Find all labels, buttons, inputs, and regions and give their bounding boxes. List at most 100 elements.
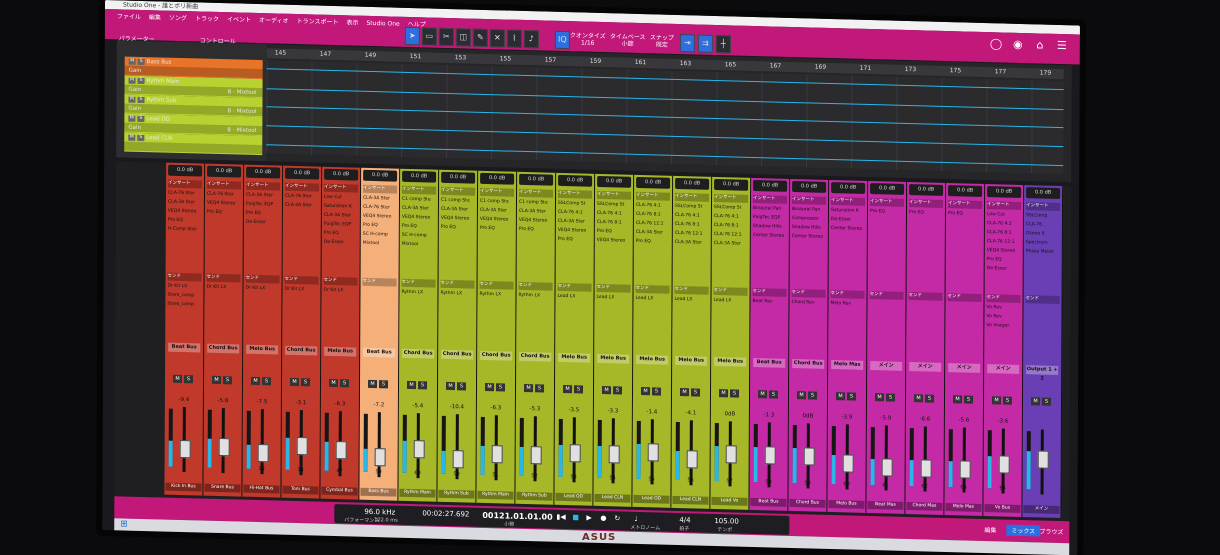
channel-strip[interactable]: 0.0 dB インサート CLA-76 Ster CLA-3A Ster VEQ4 St… [164, 162, 206, 496]
send-slot[interactable]: Stere_comp [167, 292, 201, 301]
channel-strip[interactable]: 0.0 dB インサート C1 comp Ste CLA-3A Ster VEQ4 St… [398, 168, 440, 502]
insert-slot[interactable]: Pro EQ [597, 228, 631, 237]
solo-button[interactable]: S [137, 58, 145, 65]
solo-button[interactable]: S [379, 380, 389, 389]
send-header[interactable]: センド [440, 279, 475, 289]
insert-slot[interactable]: Pro EQ [168, 217, 202, 226]
menu-item[interactable]: ソング [169, 15, 187, 22]
solo-button[interactable]: S [137, 77, 145, 84]
output-routing[interactable]: Chord Bus [519, 351, 552, 362]
fader-knob[interactable] [725, 445, 737, 464]
fader-knob[interactable] [218, 437, 230, 457]
insert-slot[interactable]: Pro EQ [519, 226, 553, 235]
output-routing[interactable]: Melo Bus [558, 352, 591, 363]
send-slot[interactable]: Dr Kit LX [323, 287, 357, 296]
insert-slot[interactable]: Pro EQ [363, 222, 397, 231]
mute-button[interactable]: M [1030, 397, 1041, 406]
channel-name[interactable]: Rythm Main [399, 488, 436, 498]
automation-line[interactable] [266, 144, 1064, 167]
insert-slot[interactable]: VEQ4 Stereo [519, 217, 553, 226]
send-header[interactable]: センド [284, 275, 319, 285]
snap-control[interactable]: スナップ 既定 [650, 34, 674, 49]
send-header[interactable]: センド [986, 294, 1021, 303]
insert-slot[interactable]: C1 comp Ste [402, 196, 436, 205]
channel-strip[interactable]: 0.0 dB インサート Binaural Pan PuigTec EQP Shadow… [749, 177, 791, 511]
insert-slot[interactable]: CLA-76 Ster [207, 191, 241, 200]
send-header[interactable]: センド [401, 278, 436, 288]
position-display[interactable]: 00121.01.01.00 [482, 511, 552, 522]
insert-slot[interactable]: Pro EQ [402, 223, 436, 232]
mute-button[interactable]: M [290, 377, 300, 387]
track-name[interactable]: Lead OD [146, 116, 170, 123]
insert-slot[interactable]: VEQ4 Stereo [441, 215, 475, 224]
insert-slot[interactable]: Mixtool [363, 240, 397, 249]
channel-strip[interactable]: 0.0 dB インサート C1 comp Ste CLA-3A Ster VEQ4 St… [437, 169, 479, 503]
view-browse-button[interactable]: ブラウズ [1034, 525, 1068, 537]
send-header[interactable]: センド [596, 283, 631, 293]
clock-icon[interactable]: ◉ [1012, 38, 1024, 51]
send-slot[interactable]: Melo Rev [830, 300, 864, 309]
output-routing[interactable]: メイン [948, 363, 981, 373]
channel-name[interactable]: Bass Bus [360, 487, 397, 497]
solo-button[interactable]: S [729, 389, 740, 398]
insert-slot[interactable]: CLA-3A Ster [441, 206, 475, 215]
fader-knob[interactable] [413, 440, 425, 459]
channel-name[interactable]: Melo Mas [945, 503, 982, 512]
mute-button[interactable]: M [874, 393, 885, 402]
output-routing[interactable]: Beat Bus [168, 342, 201, 353]
automation-line[interactable] [266, 88, 1064, 111]
insert-header[interactable]: インサート [246, 181, 281, 191]
channel-strip[interactable]: 0.0 dB インサート SSLComp St CLA-76 4:1 CLA-76 8:… [593, 173, 635, 507]
stop-icon[interactable]: ■ [572, 513, 579, 521]
solo-button[interactable]: S [651, 387, 662, 396]
fader-track[interactable] [260, 409, 264, 475]
insert-slot[interactable]: CLA-3A Ster [402, 205, 436, 214]
output-routing[interactable]: Melo Bus [636, 354, 669, 365]
mute-button[interactable]: M [640, 387, 651, 396]
channel-strip[interactable]: 0.0 dB インサート CLA-76 Ster CLA-3A Ster センド Dr K… [281, 165, 323, 499]
channel-strip[interactable]: 0.0 dB インサート CLA-3A Ster CLA-76 Ster VEQ4 St… [359, 167, 401, 501]
insert-slot[interactable]: CLA-76 Ster [168, 190, 202, 199]
insert-slot[interactable]: Shadow Hills [792, 224, 826, 233]
insert-header[interactable]: インサート [168, 179, 203, 189]
insert-slot[interactable]: Pro EQ [246, 210, 280, 219]
channel-name[interactable]: Beat Mas [867, 500, 904, 510]
output-routing[interactable]: Melo Mas [831, 360, 864, 370]
insert-slot[interactable]: SC H-comp [363, 231, 397, 240]
insert-slot[interactable]: Ozone 9 [1026, 230, 1060, 239]
insert-slot[interactable]: VEQ4 Stereo [207, 200, 241, 209]
send-header[interactable]: センド [674, 285, 709, 295]
fader-knob[interactable] [374, 448, 386, 467]
insert-header[interactable]: インサート [636, 191, 671, 201]
insert-slot[interactable]: Spectrum [1026, 239, 1060, 248]
menu-item[interactable]: イベント [227, 16, 251, 24]
insert-slot[interactable]: CLA-76 4:1 [675, 212, 709, 221]
insert-slot[interactable]: CLA-76 4:1 [987, 220, 1021, 229]
insert-slot[interactable]: CLA-76 12:1 [636, 220, 670, 229]
send-slot[interactable]: Dr Kit LX [167, 283, 201, 292]
output-routing[interactable]: Melo Bus [324, 346, 357, 357]
insert-header[interactable]: インサート [714, 193, 749, 203]
insert-slot[interactable]: Center Stereo [792, 233, 826, 242]
track-name[interactable]: Rythm Main [147, 78, 180, 85]
insert-slot[interactable]: PuigTec EQP [246, 201, 280, 210]
insert-header[interactable]: インサート [207, 180, 242, 190]
mute-button[interactable]: M [562, 384, 573, 394]
split-tool-icon[interactable]: ✂ [438, 27, 454, 47]
send-header[interactable]: センド [518, 281, 553, 291]
channel-name[interactable]: Cymbal Bus [321, 486, 358, 496]
insert-slot[interactable]: CLA-76 8:1 [714, 222, 748, 231]
mute-button[interactable]: M [952, 395, 963, 404]
home-icon[interactable]: ⌂ [1034, 38, 1046, 51]
mute-button[interactable]: M [173, 374, 183, 384]
insert-slot[interactable]: CLA-3A Ster [714, 240, 748, 249]
output-routing[interactable]: Chord Bus [207, 343, 240, 354]
send-slot[interactable]: Dr Kit LX [245, 285, 279, 294]
solo-button[interactable]: S [137, 115, 145, 122]
track-header[interactable]: M S Lead CLN [124, 132, 263, 156]
fader-knob[interactable] [803, 447, 815, 466]
insert-slot[interactable]: CLA-76 8:1 [987, 229, 1021, 238]
send-slot[interactable]: Rythm LX [440, 290, 474, 299]
auto-scroll-icon[interactable]: ⇉ [697, 34, 713, 53]
fader-knob[interactable] [491, 445, 503, 464]
